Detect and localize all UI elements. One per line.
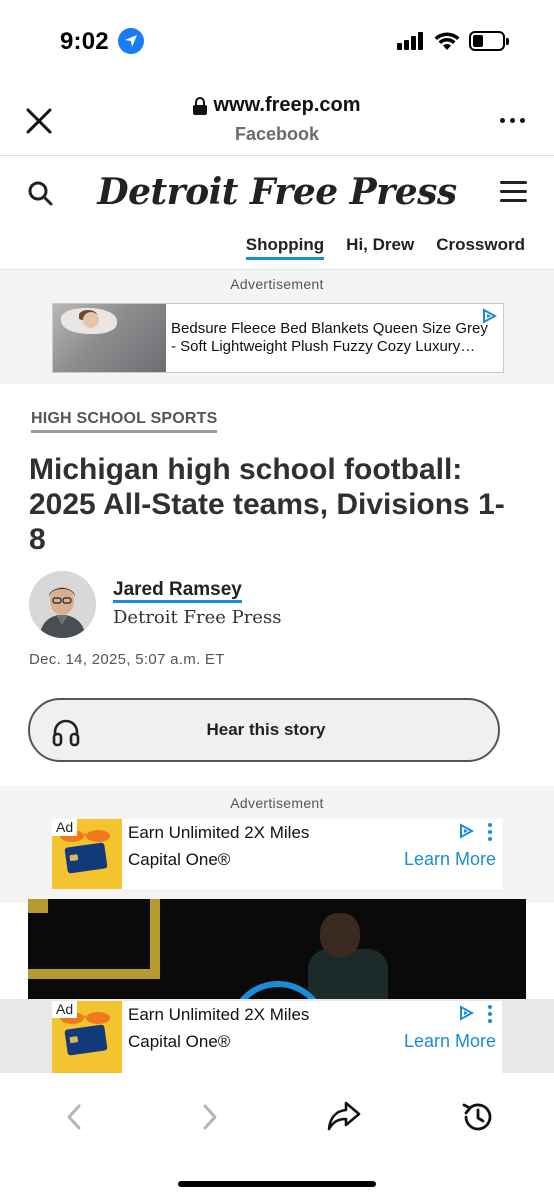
hamburger-menu-icon[interactable] bbox=[500, 181, 527, 203]
ad-text: Bedsure Fleece Bed Blankets Queen Size G… bbox=[171, 320, 496, 356]
ad-options-icon[interactable] bbox=[488, 1005, 492, 1023]
blanket-ad[interactable]: Bedsure Fleece Bed Blankets Queen Size G… bbox=[52, 303, 504, 373]
adchoices-icon[interactable] bbox=[458, 823, 474, 839]
nav-account[interactable]: Hi, Drew bbox=[346, 235, 414, 260]
ad-badge: Ad bbox=[52, 1001, 78, 1018]
ad-headline: Earn Unlimited 2X Miles bbox=[128, 1005, 310, 1024]
adchoices-icon[interactable] bbox=[458, 1005, 474, 1021]
ad-slot-top: Advertisement Bedsure Fleece Bed Blanket… bbox=[0, 270, 554, 384]
nav-shopping[interactable]: Shopping bbox=[245, 235, 325, 260]
more-icon[interactable] bbox=[500, 116, 526, 126]
adchoices-icon[interactable] bbox=[481, 308, 497, 324]
ad-image bbox=[53, 304, 166, 372]
url-text: www.freep.com bbox=[213, 94, 361, 116]
chevron-right-icon[interactable] bbox=[200, 1103, 220, 1131]
nav-crossword[interactable]: Crossword bbox=[436, 235, 525, 260]
capital-one-sticky-ad[interactable]: Ad Earn Unlimited 2X Miles Capital One® … bbox=[52, 1001, 502, 1073]
ad-text-line1: Bedsure Fleece Bed Blankets Queen Size G… bbox=[171, 320, 488, 337]
capital-one-ad[interactable]: Ad Earn Unlimited 2X Miles Capital One® … bbox=[52, 819, 502, 889]
ad-badge: Ad bbox=[52, 819, 78, 836]
top-nav: Shopping Hi, Drew Crossword bbox=[245, 235, 525, 260]
ad-slot-sticky: Ad Earn Unlimited 2X Miles Capital One® … bbox=[0, 999, 554, 1073]
lock-icon bbox=[193, 96, 208, 115]
author-avatar[interactable] bbox=[29, 571, 96, 638]
ad-text-line2: - Soft Lightweight Plush Fuzzy Cozy Luxu… bbox=[171, 338, 476, 355]
site-header: Detroit Free Press Shopping Hi, Drew Cro… bbox=[0, 157, 554, 270]
location-icon bbox=[118, 28, 144, 54]
ad-advertiser: Capital One® bbox=[128, 1032, 231, 1051]
ad-label: Advertisement bbox=[230, 276, 324, 292]
share-icon[interactable] bbox=[326, 1099, 362, 1133]
status-time: 9:02 bbox=[60, 28, 109, 55]
author-org: Detroit Free Press bbox=[113, 607, 282, 628]
ad-headline: Earn Unlimited 2X Miles bbox=[128, 823, 310, 842]
hear-story-label: Hear this story bbox=[206, 720, 326, 739]
address-bar[interactable]: www.freep.com Facebook bbox=[0, 94, 554, 145]
ad-advertiser: Capital One® bbox=[128, 850, 231, 869]
cellular-signal-icon bbox=[397, 32, 423, 50]
history-icon[interactable] bbox=[460, 1099, 496, 1135]
learn-more-link[interactable]: Learn More bbox=[404, 1031, 496, 1052]
section-tag[interactable]: HIGH SCHOOL SPORTS bbox=[31, 410, 218, 433]
browser-header: www.freep.com Facebook bbox=[0, 80, 554, 156]
author-name[interactable]: Jared Ramsey bbox=[113, 580, 242, 603]
ad-slot-middle: Advertisement Ad Earn Unlimited 2X Miles… bbox=[0, 786, 554, 903]
referrer-text: Facebook bbox=[234, 123, 320, 144]
learn-more-link[interactable]: Learn More bbox=[404, 849, 496, 870]
wifi-icon bbox=[434, 32, 460, 50]
site-logo[interactable]: Detroit Free Press bbox=[0, 171, 554, 213]
chevron-left-icon[interactable] bbox=[64, 1103, 84, 1131]
home-indicator[interactable] bbox=[178, 1181, 376, 1187]
ad-label: Advertisement bbox=[230, 795, 324, 811]
browser-toolbar bbox=[0, 1073, 554, 1200]
article-headline: Michigan high school football: 2025 All-… bbox=[29, 453, 505, 556]
publish-date: Dec. 14, 2025, 5:07 a.m. ET bbox=[29, 651, 225, 668]
hear-story-button[interactable]: Hear this story bbox=[28, 698, 500, 762]
status-bar: 9:02 bbox=[0, 0, 554, 80]
ad-options-icon[interactable] bbox=[488, 823, 492, 841]
battery-icon bbox=[469, 31, 509, 51]
